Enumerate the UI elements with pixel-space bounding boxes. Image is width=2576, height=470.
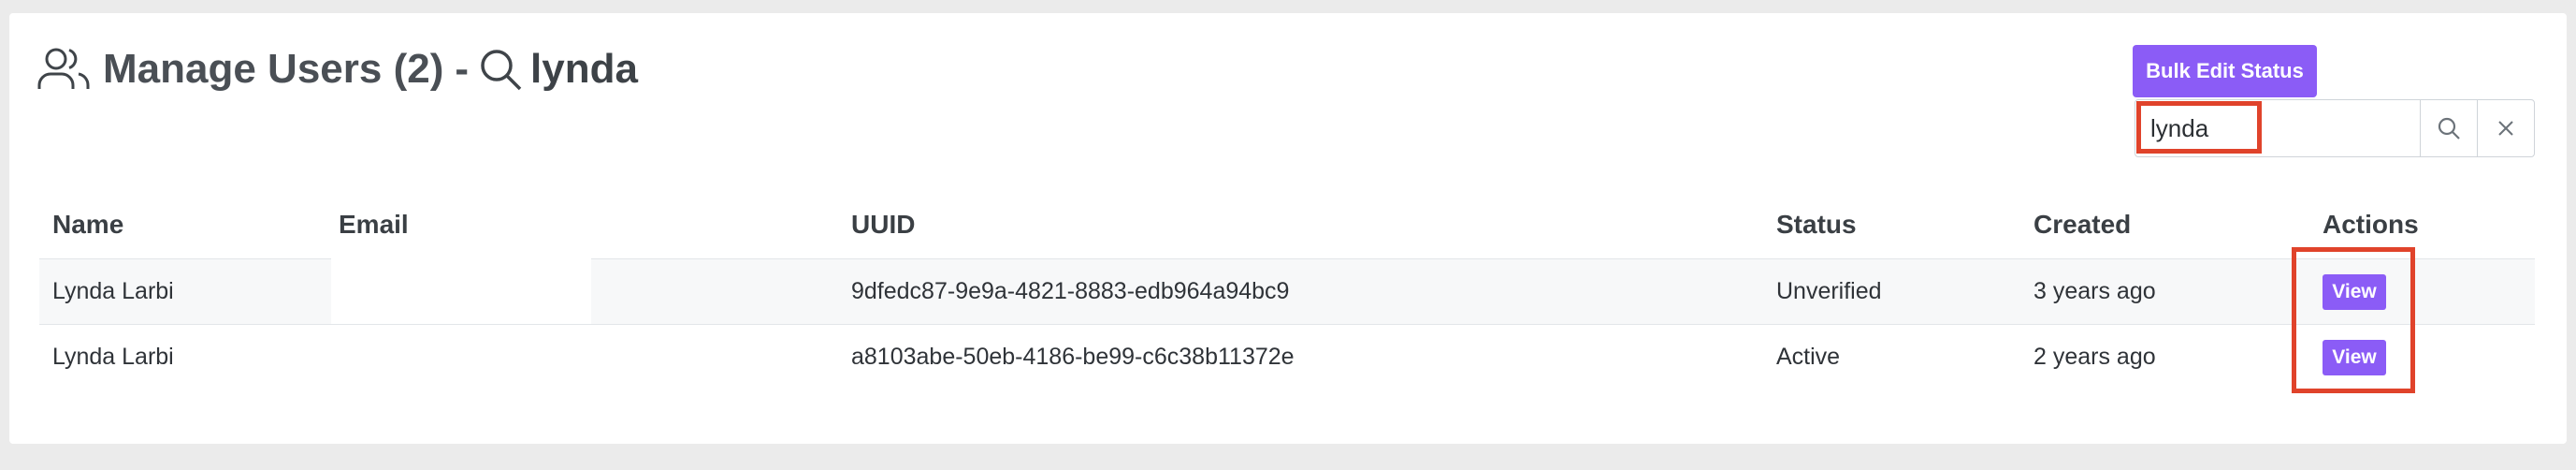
search-icon [481,50,522,91]
cell-status: Active [1776,344,1841,370]
title-separator: - [455,46,470,92]
cell-name: Lynda Larbi [52,344,174,370]
search-group [2135,99,2535,157]
close-icon [2498,121,2513,136]
email-cell [331,258,591,324]
column-header-actions: Actions [2323,210,2419,239]
column-header-name: Name [52,210,124,239]
bulk-edit-status-button[interactable]: Bulk Edit Status [2133,45,2317,97]
search-icon [2438,117,2460,140]
column-header-status: Status [1776,210,1857,239]
search-button[interactable] [2420,100,2477,156]
cell-name: Lynda Larbi [52,278,174,304]
column-header-created: Created [2033,210,2132,239]
cell-created: 3 years ago [2033,278,2156,304]
search-input[interactable] [2135,100,2420,156]
column-header-email: Email [339,210,409,239]
clear-search-button[interactable] [2477,100,2534,156]
title-text: Manage Users (2) [103,46,444,92]
cell-uuid: 9dfedc87-9e9a-4821-8883-edb964a94bc9 [851,278,1290,304]
column-header-uuid: UUID [851,210,916,239]
view-user-button[interactable]: View [2323,340,2386,375]
cell-created: 2 years ago [2033,344,2156,370]
users-icon [37,48,90,89]
view-user-button[interactable]: View [2323,274,2386,310]
page-title: Manage Users (2) - lynda [37,43,638,95]
cell-status: Unverified [1776,278,1882,304]
cell-uuid: a8103abe-50eb-4186-be99-c6c38b11372e [851,344,1295,370]
title-query: lynda [530,46,638,92]
